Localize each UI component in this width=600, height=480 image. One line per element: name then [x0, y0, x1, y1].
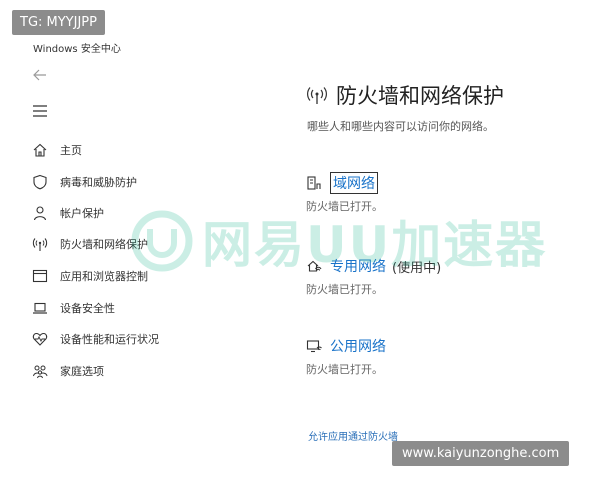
network-name-link[interactable]: 域网络 [330, 172, 378, 194]
page-subtitle: 哪些人和哪些内容可以访问你的网络。 [307, 120, 494, 133]
sidebar-item-label: 设备性能和运行状况 [60, 333, 159, 346]
network-domain[interactable]: 域网络 防火墙已打开。 [306, 172, 383, 214]
sidebar-item-label: 家庭选项 [60, 365, 104, 378]
back-arrow-icon[interactable] [32, 67, 48, 83]
browser-window-icon [32, 269, 48, 283]
in-use-label: (使用中) [392, 260, 442, 276]
person-icon [33, 206, 47, 221]
sidebar-item-device-security[interactable]: 设备安全性 [32, 298, 115, 318]
wireless-icon [307, 87, 327, 104]
page-title: 防火墙和网络保护 [306, 80, 504, 110]
network-status: 防火墙已打开。 [306, 283, 383, 296]
allow-app-through-firewall-link[interactable]: 允许应用通过防火墙 [308, 428, 398, 443]
domain-network-icon [307, 176, 321, 190]
sidebar-item-device-performance[interactable]: 设备性能和运行状况 [32, 329, 159, 349]
sidebar-item-label: 病毒和威胁防护 [60, 176, 137, 189]
heart-icon [32, 332, 48, 346]
page-title-text: 防火墙和网络保护 [336, 84, 504, 108]
family-icon [33, 365, 48, 379]
shield-icon [33, 174, 47, 190]
network-status: 防火墙已打开。 [306, 200, 383, 213]
sidebar-item-account-protection[interactable]: 帐户保护 [32, 203, 104, 223]
public-network-icon [306, 340, 322, 353]
url-overlay-label: www.kaiyunzonghe.com [392, 441, 570, 466]
sidebar-item-virus-protection[interactable]: 病毒和威胁防护 [32, 172, 137, 192]
hamburger-menu-icon[interactable] [32, 104, 48, 118]
sidebar-item-label: 应用和浏览器控制 [60, 270, 148, 283]
network-name-link[interactable]: 专用网络 [330, 256, 386, 276]
tg-overlay-label: TG: MYYJJPP [12, 10, 105, 35]
sidebar-item-label: 设备安全性 [60, 302, 115, 315]
network-private[interactable]: 专用网络 (使用中) 防火墙已打开。 [306, 255, 441, 297]
laptop-icon [33, 302, 47, 314]
network-public[interactable]: 公用网络 防火墙已打开。 [306, 335, 386, 377]
sidebar-item-label: 主页 [60, 144, 82, 157]
network-name-link[interactable]: 公用网络 [330, 336, 386, 356]
sidebar-item-firewall[interactable]: 防火墙和网络保护 [32, 234, 148, 254]
wireless-icon [32, 238, 48, 251]
network-status: 防火墙已打开。 [306, 363, 383, 376]
home-icon [33, 143, 47, 157]
sidebar-item-family-options[interactable]: 家庭选项 [32, 361, 104, 381]
sidebar-item-label: 防火墙和网络保护 [60, 238, 148, 251]
sidebar-item-app-browser-control[interactable]: 应用和浏览器控制 [32, 266, 148, 286]
private-network-icon [307, 260, 322, 272]
sidebar-item-label: 帐户保护 [60, 207, 104, 220]
app-title: Windows 安全中心 [33, 44, 121, 55]
sidebar-item-home[interactable]: 主页 [32, 140, 82, 160]
